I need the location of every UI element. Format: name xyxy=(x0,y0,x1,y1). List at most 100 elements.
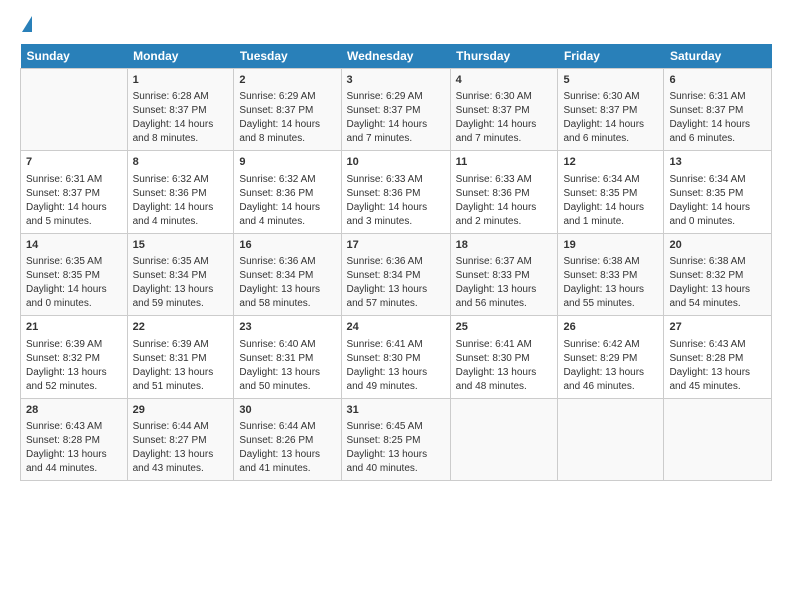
cell-info: and 4 minutes. xyxy=(133,215,229,229)
calendar-cell: 12Sunrise: 6:34 AMSunset: 8:35 PMDayligh… xyxy=(558,151,664,233)
cell-info: Sunset: 8:32 PM xyxy=(26,352,122,366)
day-number: 16 xyxy=(239,238,335,253)
week-row-3: 14Sunrise: 6:35 AMSunset: 8:35 PMDayligh… xyxy=(21,233,772,315)
cell-info: Daylight: 14 hours xyxy=(563,201,658,215)
day-number: 24 xyxy=(347,320,445,335)
calendar-cell: 19Sunrise: 6:38 AMSunset: 8:33 PMDayligh… xyxy=(558,233,664,315)
cell-info: Sunset: 8:37 PM xyxy=(26,187,122,201)
cell-info: and 8 minutes. xyxy=(133,132,229,146)
cell-info: and 58 minutes. xyxy=(239,297,335,311)
cell-info: Sunrise: 6:43 AM xyxy=(669,338,766,352)
cell-info: Sunrise: 6:39 AM xyxy=(26,338,122,352)
calendar-cell: 10Sunrise: 6:33 AMSunset: 8:36 PMDayligh… xyxy=(341,151,450,233)
cell-info: Sunset: 8:33 PM xyxy=(456,269,553,283)
calendar-cell: 29Sunrise: 6:44 AMSunset: 8:27 PMDayligh… xyxy=(127,398,234,480)
calendar-cell: 13Sunrise: 6:34 AMSunset: 8:35 PMDayligh… xyxy=(664,151,772,233)
cell-info: Sunset: 8:32 PM xyxy=(669,269,766,283)
day-header-tuesday: Tuesday xyxy=(234,44,341,69)
cell-info: Sunrise: 6:32 AM xyxy=(239,173,335,187)
calendar-cell: 9 Sunrise: 6:32 AMSunset: 8:36 PMDaylight… xyxy=(234,151,341,233)
day-number: 8 xyxy=(133,155,229,170)
calendar-cell: 25Sunrise: 6:41 AMSunset: 8:30 PMDayligh… xyxy=(450,316,558,398)
day-number: 9 xyxy=(239,155,335,170)
cell-info: Daylight: 13 hours xyxy=(133,366,229,380)
day-number: 14 xyxy=(26,238,122,253)
day-header-wednesday: Wednesday xyxy=(341,44,450,69)
week-row-4: 21Sunrise: 6:39 AMSunset: 8:32 PMDayligh… xyxy=(21,316,772,398)
calendar-cell: 23Sunrise: 6:40 AMSunset: 8:31 PMDayligh… xyxy=(234,316,341,398)
cell-info: Sunrise: 6:31 AM xyxy=(669,90,766,104)
cell-info: Sunset: 8:37 PM xyxy=(669,104,766,118)
calendar-cell: 28Sunrise: 6:43 AMSunset: 8:28 PMDayligh… xyxy=(21,398,128,480)
cell-info: Daylight: 13 hours xyxy=(563,366,658,380)
cell-info: Sunrise: 6:29 AM xyxy=(239,90,335,104)
day-number: 12 xyxy=(563,155,658,170)
cell-info: Sunrise: 6:35 AM xyxy=(26,255,122,269)
day-number: 21 xyxy=(26,320,122,335)
cell-info: Sunrise: 6:40 AM xyxy=(239,338,335,352)
cell-info: and 43 minutes. xyxy=(133,462,229,476)
cell-info: and 0 minutes. xyxy=(26,297,122,311)
day-number: 28 xyxy=(26,403,122,418)
calendar-cell: 5Sunrise: 6:30 AMSunset: 8:37 PMDaylight… xyxy=(558,69,664,151)
cell-info: Daylight: 14 hours xyxy=(669,118,766,132)
cell-info: Sunrise: 6:35 AM xyxy=(133,255,229,269)
calendar-cell: 15Sunrise: 6:35 AMSunset: 8:34 PMDayligh… xyxy=(127,233,234,315)
calendar-cell: 2 Sunrise: 6:29 AMSunset: 8:37 PMDaylight… xyxy=(234,69,341,151)
day-number: 29 xyxy=(133,403,229,418)
cell-info: Daylight: 14 hours xyxy=(239,201,335,215)
day-number: 25 xyxy=(456,320,553,335)
day-number: 7 xyxy=(26,155,122,170)
cell-info: Sunrise: 6:28 AM xyxy=(133,90,229,104)
day-number: 2 xyxy=(239,73,335,88)
cell-info: Daylight: 14 hours xyxy=(456,118,553,132)
cell-info: Daylight: 14 hours xyxy=(239,118,335,132)
cell-info: Sunset: 8:35 PM xyxy=(669,187,766,201)
cell-info: Sunset: 8:37 PM xyxy=(133,104,229,118)
cell-info: Sunset: 8:34 PM xyxy=(239,269,335,283)
cell-info: and 41 minutes. xyxy=(239,462,335,476)
cell-info: Daylight: 13 hours xyxy=(133,448,229,462)
cell-info: Sunrise: 6:33 AM xyxy=(456,173,553,187)
cell-info: and 55 minutes. xyxy=(563,297,658,311)
calendar-cell: 26Sunrise: 6:42 AMSunset: 8:29 PMDayligh… xyxy=(558,316,664,398)
day-number: 18 xyxy=(456,238,553,253)
calendar-cell: 1Sunrise: 6:28 AMSunset: 8:37 PMDaylight… xyxy=(127,69,234,151)
day-number: 31 xyxy=(347,403,445,418)
cell-info: and 49 minutes. xyxy=(347,380,445,394)
cell-info: and 4 minutes. xyxy=(239,215,335,229)
calendar-cell: 22Sunrise: 6:39 AMSunset: 8:31 PMDayligh… xyxy=(127,316,234,398)
day-number: 10 xyxy=(347,155,445,170)
calendar-cell: 6Sunrise: 6:31 AMSunset: 8:37 PMDaylight… xyxy=(664,69,772,151)
cell-info: Daylight: 14 hours xyxy=(347,201,445,215)
cell-info: Sunrise: 6:29 AM xyxy=(347,90,445,104)
cell-info: and 54 minutes. xyxy=(669,297,766,311)
cell-info: and 46 minutes. xyxy=(563,380,658,394)
cell-info: Daylight: 13 hours xyxy=(347,366,445,380)
cell-info: Daylight: 14 hours xyxy=(669,201,766,215)
cell-info: and 6 minutes. xyxy=(563,132,658,146)
calendar-cell: 17Sunrise: 6:36 AMSunset: 8:34 PMDayligh… xyxy=(341,233,450,315)
calendar-table: SundayMondayTuesdayWednesdayThursdayFrid… xyxy=(20,44,772,481)
page: SundayMondayTuesdayWednesdayThursdayFrid… xyxy=(0,0,792,491)
cell-info: Sunrise: 6:34 AM xyxy=(669,173,766,187)
cell-info: Sunset: 8:37 PM xyxy=(456,104,553,118)
cell-info: Sunrise: 6:39 AM xyxy=(133,338,229,352)
cell-info: and 1 minute. xyxy=(563,215,658,229)
calendar-cell: 7Sunrise: 6:31 AMSunset: 8:37 PMDaylight… xyxy=(21,151,128,233)
cell-info: Sunset: 8:36 PM xyxy=(456,187,553,201)
logo-triangle-icon xyxy=(22,16,32,32)
cell-info: Sunset: 8:36 PM xyxy=(133,187,229,201)
calendar-cell: 3Sunrise: 6:29 AMSunset: 8:37 PMDaylight… xyxy=(341,69,450,151)
week-row-5: 28Sunrise: 6:43 AMSunset: 8:28 PMDayligh… xyxy=(21,398,772,480)
cell-info: Sunset: 8:34 PM xyxy=(347,269,445,283)
cell-info: Sunset: 8:36 PM xyxy=(239,187,335,201)
calendar-cell: 18Sunrise: 6:37 AMSunset: 8:33 PMDayligh… xyxy=(450,233,558,315)
cell-info: Daylight: 13 hours xyxy=(133,283,229,297)
cell-info: Daylight: 13 hours xyxy=(239,283,335,297)
cell-info: Sunrise: 6:43 AM xyxy=(26,420,122,434)
day-header-monday: Monday xyxy=(127,44,234,69)
calendar-cell: 8Sunrise: 6:32 AMSunset: 8:36 PMDaylight… xyxy=(127,151,234,233)
cell-info: Sunset: 8:37 PM xyxy=(239,104,335,118)
day-number: 27 xyxy=(669,320,766,335)
